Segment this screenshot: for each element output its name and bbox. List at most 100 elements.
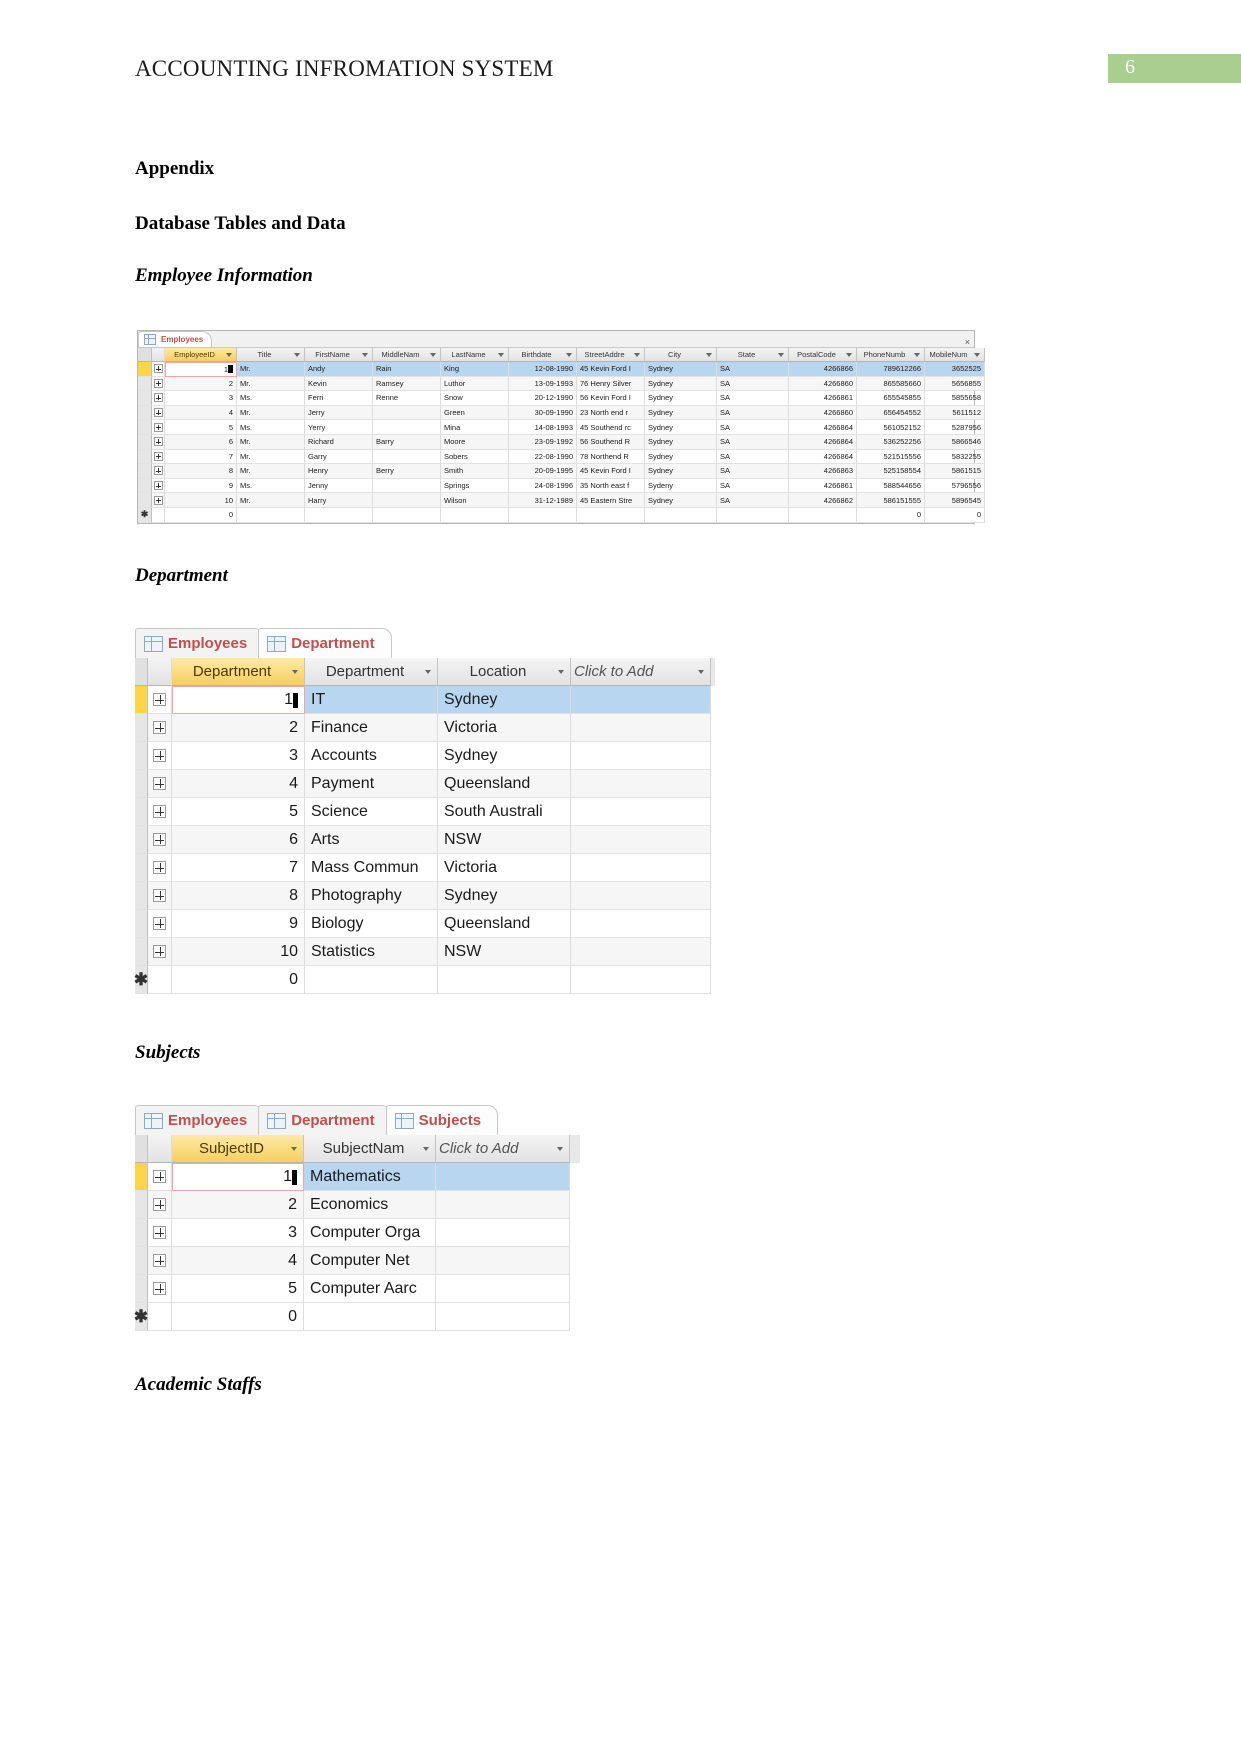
new-record-star-icon[interactable]: ✱ [138,507,152,523]
table-cell[interactable]: Computer Net [304,1247,436,1275]
table-cell[interactable]: Computer Aarc [304,1275,436,1303]
table-cell[interactable]: Sobers [441,449,509,465]
table-cell[interactable]: SA [717,420,789,435]
new-record-cell[interactable] [305,966,438,994]
chevron-down-icon[interactable] [498,352,504,357]
table-cell[interactable]: 3652525 [925,362,985,377]
new-record-cell[interactable] [509,507,577,523]
chevron-down-icon[interactable] [566,352,572,357]
new-record-row[interactable]: ✱ 0 [134,1303,580,1331]
table-cell[interactable]: Sydney [645,376,717,392]
column-header-city[interactable]: City [645,348,717,362]
table-cell[interactable]: IT [305,686,438,714]
table-cell[interactable]: Mr. [237,493,305,508]
expand-row-button[interactable] [152,478,165,494]
table-cell[interactable] [571,742,711,770]
expand-row-button[interactable] [148,714,172,742]
table-row[interactable]: 4 Computer Net [135,1247,580,1275]
chevron-down-icon[interactable] [425,669,431,674]
row-selector[interactable] [138,449,152,465]
table-cell[interactable]: 4266861 [789,478,857,494]
expand-row-button[interactable] [148,1247,172,1275]
table-cell[interactable]: 4266864 [789,420,857,435]
table-cell[interactable]: 5611512 [925,405,985,421]
table-cell[interactable] [571,854,711,882]
row-selector[interactable] [135,798,148,826]
table-cell[interactable]: 4 [172,770,305,798]
table-cell[interactable] [571,686,711,714]
column-header-lastname[interactable]: LastName [441,348,509,362]
table-cell[interactable]: Mr. [237,362,305,377]
table-cell[interactable]: 78 Northend R [577,449,645,465]
table-row[interactable]: 1 IT Sydney [135,686,715,714]
table-cell[interactable]: SA [717,405,789,421]
table-cell[interactable] [436,1219,570,1247]
table-cell[interactable] [571,882,711,910]
new-record-cell[interactable] [789,507,857,523]
table-cell[interactable]: 22-08-1990 [509,449,577,465]
table-cell[interactable]: 588544656 [857,478,925,494]
row-selector[interactable] [138,464,152,479]
table-cell[interactable]: Sydney [438,742,571,770]
table-cell[interactable]: 5 [172,798,305,826]
table-cell[interactable]: Renne [373,391,441,406]
table-cell[interactable]: 10 [172,938,305,966]
column-header-location[interactable]: Location [438,658,571,686]
tab-employees[interactable]: Employees [135,1105,265,1135]
row-selector[interactable] [135,826,148,854]
table-cell[interactable] [436,1275,570,1303]
table-row[interactable]: 5 Ms. Yerry Mina 14-08-1993 45 Southend rc Syd… [138,420,985,435]
table-cell[interactable]: Economics [304,1191,436,1219]
table-cell[interactable]: Luthor [441,376,509,392]
table-row[interactable]: 10 Statistics NSW [135,938,715,966]
table-cell[interactable]: 4266861 [789,391,857,406]
table-cell[interactable]: SA [717,449,789,465]
row-selector[interactable] [135,1219,148,1247]
chevron-down-icon[interactable] [974,352,980,357]
table-cell[interactable]: Kevin [305,376,373,392]
table-cell[interactable]: Sydney [645,493,717,508]
column-header-phonenumb[interactable]: PhoneNumb [857,348,925,362]
column-header-title[interactable]: Title [237,348,305,362]
table-cell[interactable]: 4266860 [789,376,857,392]
expand-row-button[interactable] [148,770,172,798]
table-cell[interactable]: Wilson [441,493,509,508]
table-cell[interactable]: Ferri [305,391,373,406]
table-cell[interactable]: Jenny [305,478,373,494]
column-header-click-to-add[interactable]: Click to Add [571,658,711,686]
row-selector[interactable] [138,478,152,494]
table-cell[interactable]: 2 [165,376,237,392]
column-header-employeeid[interactable]: EmployeeID [165,348,237,362]
table-cell[interactable]: Accounts [305,742,438,770]
new-record-cell[interactable] [571,966,711,994]
expand-row-button[interactable] [152,449,165,465]
row-selector[interactable] [135,854,148,882]
table-row[interactable]: 6 Mr. Richard Barry Moore 23-09-1992 56 Southe… [138,434,985,450]
table-cell[interactable]: King [441,362,509,377]
table-cell[interactable]: 8 [172,882,305,910]
tab-employees[interactable]: Employees [138,331,213,347]
expand-row-button[interactable] [152,391,165,406]
select-all-corner[interactable] [138,348,152,362]
row-selector[interactable] [138,362,152,377]
table-cell[interactable]: 586151555 [857,493,925,508]
table-row[interactable]: 10 Mr. Harry Wilson 31-12-1989 45 Eastern Str… [138,493,985,508]
row-selector[interactable] [135,1275,148,1303]
table-cell[interactable]: Arts [305,826,438,854]
table-cell[interactable]: Berry [373,464,441,479]
new-record-cell[interactable] [577,507,645,523]
table-cell[interactable]: Rain [373,362,441,377]
column-header-department[interactable]: Department [305,658,438,686]
select-all-corner[interactable] [135,658,148,686]
table-cell[interactable]: 4266860 [789,405,857,421]
table-cell[interactable]: 13-09-1993 [509,376,577,392]
expand-row-button[interactable] [152,376,165,392]
new-record-row[interactable]: ✱ 0 0 0 [138,507,985,523]
table-cell[interactable]: SA [717,376,789,392]
row-selector[interactable] [135,938,148,966]
new-record-cell[interactable] [304,1303,436,1331]
table-cell[interactable]: Harry [305,493,373,508]
table-cell[interactable]: 4266866 [789,362,857,377]
expand-row-button[interactable] [152,420,165,435]
table-cell[interactable]: 35 North east f [577,478,645,494]
